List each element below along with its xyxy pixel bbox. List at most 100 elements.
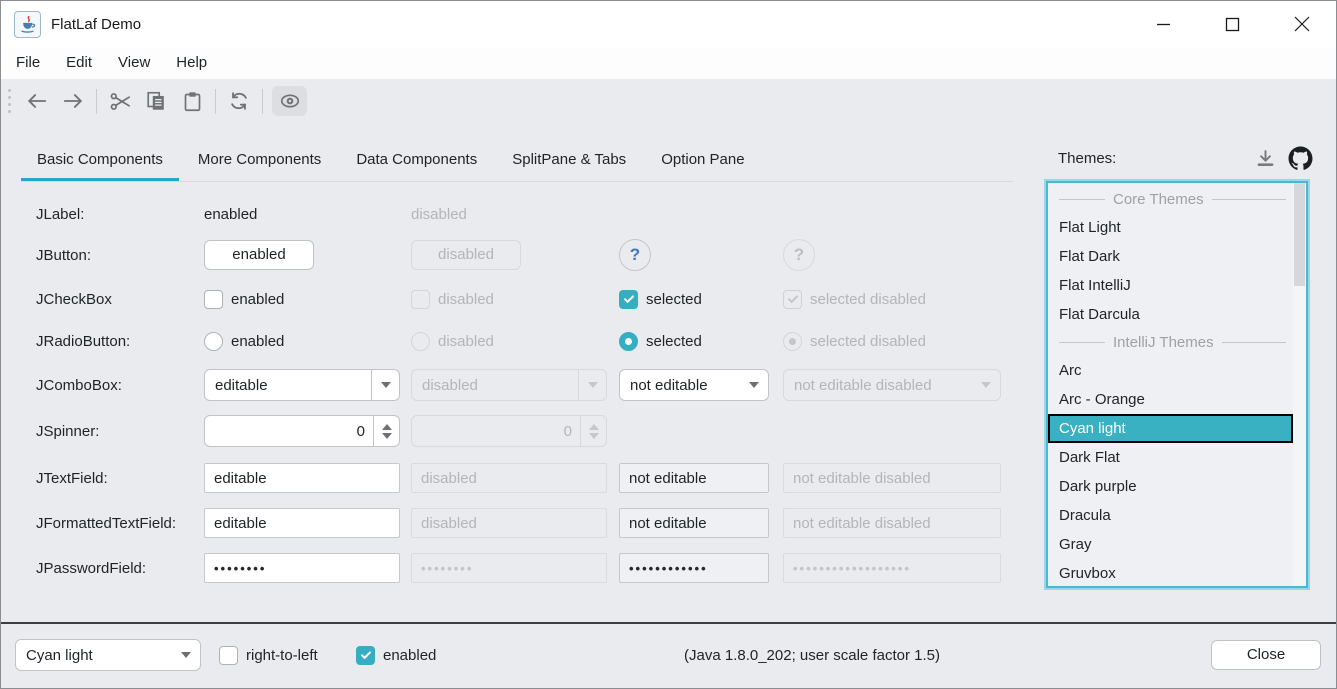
- formatted-textfield-editable[interactable]: editable: [204, 508, 400, 538]
- enabled-checkbox-label: enabled: [383, 647, 436, 664]
- row-jspinner: JSpinner: 0 0: [1, 415, 1031, 447]
- titlebar: FlatLaf Demo: [1, 1, 1336, 47]
- menu-view[interactable]: View: [105, 47, 163, 79]
- radio-selected-disabled: [783, 332, 802, 351]
- row-jlabel: JLabel: enabled disabled: [1, 198, 1031, 230]
- jcombobox-row-label: JComboBox:: [36, 369, 122, 401]
- flatlaf-demo-window: FlatLaf Demo File Edit View Help: [0, 0, 1337, 689]
- menu-help[interactable]: Help: [163, 47, 220, 79]
- menu-file[interactable]: File: [3, 47, 53, 79]
- formatted-textfield-not-editable: not editable: [619, 508, 769, 538]
- github-button[interactable]: [1288, 146, 1313, 171]
- row-jpasswordfield: JPasswordField: •••••••• •••••••• ••••••…: [1, 552, 1031, 584]
- password-dots: ••••••••••••••••••: [793, 561, 911, 576]
- forward-button[interactable]: [55, 86, 91, 116]
- jspinner-row-label: JSpinner:: [36, 415, 99, 447]
- chevron-down-icon: [981, 382, 991, 388]
- passwordfield-not-editable: ••••••••••••: [619, 553, 769, 583]
- window-controls: [1129, 1, 1336, 47]
- textfield-not-editable-disabled: not editable disabled: [783, 463, 1001, 493]
- java-app-icon: [14, 11, 41, 38]
- close-window-button[interactable]: [1267, 1, 1336, 47]
- theme-group-separator: IntelliJ Themes: [1048, 329, 1293, 356]
- enabled-checkbox[interactable]: [356, 646, 375, 665]
- theme-item-gruvbox[interactable]: Gruvbox: [1048, 559, 1293, 588]
- theme-item-dracula[interactable]: Dracula: [1048, 501, 1293, 530]
- spinner-arrows: [580, 416, 606, 446]
- textfield-disabled: disabled: [411, 463, 607, 493]
- tab-splitpane-tabs[interactable]: SplitPane & Tabs: [496, 141, 642, 181]
- help-button[interactable]: ?: [619, 239, 651, 271]
- menu-edit[interactable]: Edit: [53, 47, 105, 79]
- theme-item-arc[interactable]: Arc: [1048, 356, 1293, 385]
- row-jformattedtextfield: JFormattedTextField: editable disabled n…: [1, 507, 1031, 539]
- chevron-down-icon: [589, 433, 599, 439]
- close-button[interactable]: Close: [1211, 640, 1321, 670]
- show-details-toggle-button[interactable]: [272, 86, 307, 116]
- radio-disabled: [411, 332, 430, 351]
- jlabel-row-label: JLabel:: [36, 198, 84, 230]
- passwordfield-editable[interactable]: ••••••••: [204, 553, 400, 583]
- radio-enabled[interactable]: [204, 332, 223, 351]
- combobox-not-editable-value: not editable: [630, 377, 708, 394]
- theme-item-dark-purple[interactable]: Dark purple: [1048, 472, 1293, 501]
- checkbox-selected-disabled-label: selected disabled: [810, 291, 926, 308]
- textfield-not-editable: not editable: [619, 463, 769, 493]
- theme-item-flat-dark[interactable]: Flat Dark: [1048, 242, 1293, 271]
- tab-more-components[interactable]: More Components: [182, 141, 337, 181]
- combobox-editable[interactable]: editable: [204, 369, 400, 401]
- download-button[interactable]: [1255, 148, 1276, 169]
- spinner-enabled[interactable]: 0: [204, 415, 400, 447]
- tab-option-pane[interactable]: Option Pane: [645, 141, 760, 181]
- password-dots: ••••••••••••: [629, 561, 708, 576]
- radio-selected[interactable]: [619, 332, 638, 351]
- toolbar-grip[interactable]: [8, 89, 11, 113]
- spinner-arrows[interactable]: [373, 416, 399, 446]
- checkbox-enabled[interactable]: [204, 290, 223, 309]
- theme-item-flat-darcula[interactable]: Flat Darcula: [1048, 300, 1293, 329]
- theme-item-arc-orange[interactable]: Arc - Orange: [1048, 385, 1293, 414]
- theme-item-cyan-light[interactable]: Cyan light: [1048, 414, 1293, 443]
- themes-list[interactable]: Core ThemesFlat LightFlat DarkFlat Intel…: [1046, 181, 1308, 588]
- look-and-feel-combobox[interactable]: Cyan light: [15, 639, 201, 671]
- themes-toolbar: [1255, 146, 1313, 171]
- themes-scrollbar[interactable]: [1293, 183, 1306, 586]
- checkbox-enabled-label: enabled: [231, 291, 284, 308]
- theme-item-flat-light[interactable]: Flat Light: [1048, 213, 1293, 242]
- copy-button[interactable]: [138, 86, 174, 116]
- theme-item-dark-flat[interactable]: Dark Flat: [1048, 443, 1293, 472]
- jpasswordfield-row-label: JPasswordField:: [36, 552, 146, 584]
- chevron-down-icon: [382, 433, 392, 439]
- jbutton-enabled[interactable]: enabled: [204, 240, 314, 270]
- right-to-left-checkbox[interactable]: [219, 646, 238, 665]
- combobox-not-editable-disabled-value: not editable disabled: [794, 377, 932, 394]
- checkbox-selected[interactable]: [619, 290, 638, 309]
- row-jcheckbox: JCheckBox enabled disabled selected sele…: [1, 283, 1031, 315]
- radio-selected-label: selected: [646, 333, 702, 350]
- row-jbutton: JButton: enabled disabled ? ?: [1, 239, 1031, 271]
- radio-disabled-label: disabled: [438, 333, 494, 350]
- jbutton-row-label: JButton:: [36, 239, 91, 271]
- scrollbar-thumb[interactable]: [1294, 183, 1305, 286]
- textfield-editable[interactable]: editable: [204, 463, 400, 493]
- combobox-editable-value: editable: [215, 377, 268, 394]
- theme-item-flat-intellij[interactable]: Flat IntelliJ: [1048, 271, 1293, 300]
- look-and-feel-value: Cyan light: [26, 647, 93, 664]
- jlabel-disabled: disabled: [411, 198, 607, 230]
- chevron-down-icon: [588, 382, 598, 388]
- refresh-button[interactable]: [221, 86, 257, 116]
- paste-button[interactable]: [174, 86, 210, 116]
- minimize-button[interactable]: [1129, 1, 1198, 47]
- toolbar-separator: [215, 89, 216, 114]
- combobox-not-editable-disabled: not editable disabled: [783, 369, 1001, 401]
- cut-button[interactable]: [102, 86, 138, 116]
- menubar: File Edit View Help: [1, 47, 1336, 79]
- maximize-button[interactable]: [1198, 1, 1267, 47]
- combobox-not-editable[interactable]: not editable: [619, 369, 769, 401]
- combobox-disabled-value: disabled: [422, 377, 478, 394]
- theme-item-gray[interactable]: Gray: [1048, 530, 1293, 559]
- tab-basic-components[interactable]: Basic Components: [21, 141, 179, 181]
- tab-data-components[interactable]: Data Components: [340, 141, 493, 181]
- back-button[interactable]: [19, 86, 55, 116]
- spinner-value[interactable]: 0: [205, 416, 373, 446]
